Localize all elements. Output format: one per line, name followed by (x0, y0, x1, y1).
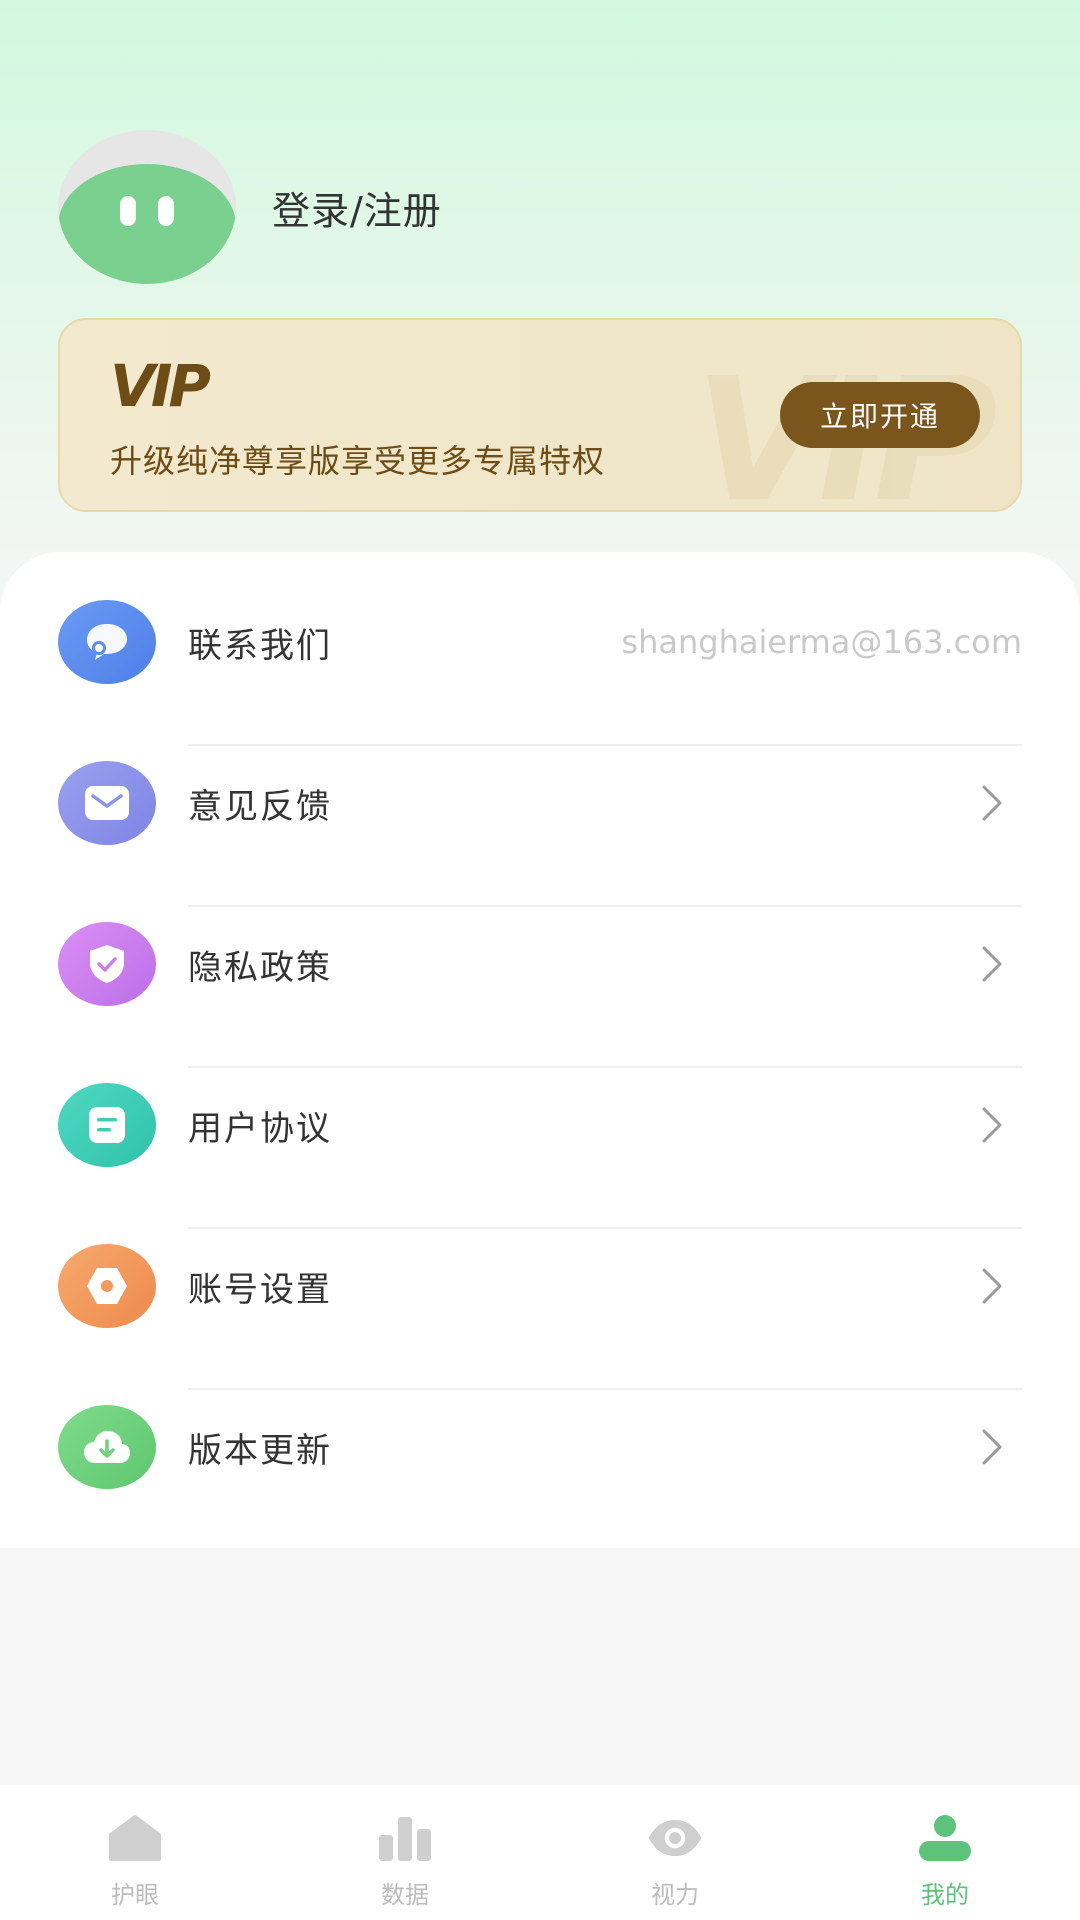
chevron-right-icon (982, 946, 1002, 982)
chat-bubble-icon (58, 600, 156, 684)
contact-email: shanghaierma@163.com (621, 623, 1022, 661)
menu-item-account-settings[interactable]: 账号设置 (0, 1206, 1080, 1366)
envelope-icon (58, 761, 156, 845)
cloud-download-icon (58, 1405, 156, 1489)
bottom-tab-bar: 护眼 数据 视力 我的 (0, 1785, 1080, 1920)
menu-item-label: 隐私政策 (188, 947, 332, 988)
menu-item-privacy-policy[interactable]: 隐私政策 (0, 884, 1080, 1044)
menu-item-label: 意见反馈 (188, 786, 332, 827)
vip-banner[interactable]: VIP VIP 升级纯净尊享版享受更多专属特权 立即开通 (58, 318, 1022, 512)
bar-chart-icon (375, 1813, 435, 1863)
avatar-eye-left (120, 196, 136, 226)
eye-icon (645, 1813, 705, 1863)
vip-description: 升级纯净尊享版享受更多专属特权 (110, 442, 606, 480)
login-register-link[interactable]: 登录/注册 (272, 180, 442, 235)
tab-label: 视力 (651, 1881, 699, 1909)
tab-label: 我的 (921, 1881, 969, 1909)
chevron-right-icon (982, 785, 1002, 821)
tab-label: 护眼 (111, 1881, 159, 1909)
menu-item-label: 版本更新 (188, 1430, 332, 1471)
avatar-eye-right (158, 196, 174, 226)
menu-item-feedback[interactable]: 意见反馈 (0, 723, 1080, 883)
avatar-face (58, 164, 236, 284)
chevron-right-icon (982, 1268, 1002, 1304)
tab-vision[interactable]: 视力 (540, 1785, 810, 1920)
profile-section[interactable]: 登录/注册 (58, 130, 442, 284)
avatar[interactable] (58, 130, 236, 284)
tab-data[interactable]: 数据 (270, 1785, 540, 1920)
menu-item-contact-us[interactable]: 联系我们 shanghaierma@163.com (0, 562, 1080, 722)
tab-mine[interactable]: 我的 (810, 1785, 1080, 1920)
user-icon (915, 1813, 975, 1863)
tab-eye-care[interactable]: 护眼 (0, 1785, 270, 1920)
menu-item-user-agreement[interactable]: 用户协议 (0, 1045, 1080, 1205)
vip-activate-button[interactable]: 立即开通 (780, 382, 980, 448)
chevron-right-icon (982, 1429, 1002, 1465)
gear-icon (58, 1244, 156, 1328)
tab-label: 数据 (381, 1881, 429, 1909)
menu-item-label: 用户协议 (188, 1108, 332, 1149)
header-background (0, 0, 1080, 620)
menu-item-label: 账号设置 (188, 1269, 332, 1310)
home-icon (105, 1813, 165, 1863)
menu-item-version-update[interactable]: 版本更新 (0, 1367, 1080, 1527)
chevron-right-icon (982, 1107, 1002, 1143)
shield-check-icon (58, 922, 156, 1006)
document-icon (58, 1083, 156, 1167)
vip-logo: VIP (110, 352, 211, 420)
settings-menu: 联系我们 shanghaierma@163.com 意见反馈 隐私政策 用户协议… (0, 552, 1080, 1548)
menu-item-label: 联系我们 (188, 625, 332, 666)
